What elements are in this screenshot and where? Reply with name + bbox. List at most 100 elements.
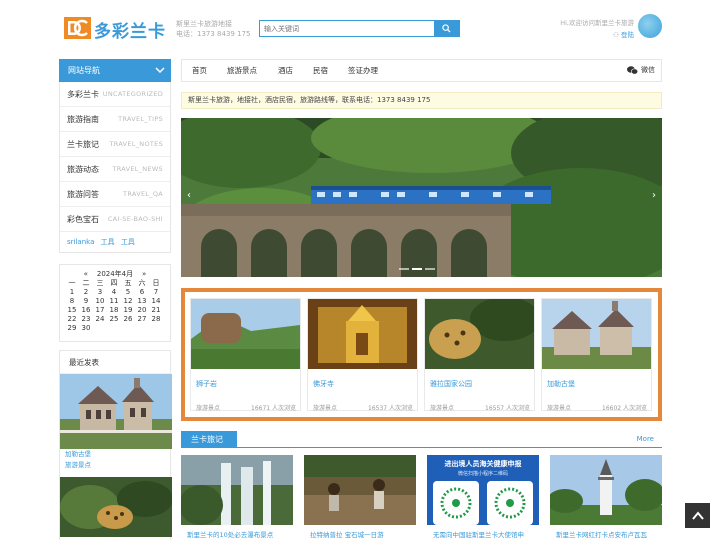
- tag-link[interactable]: srilanka: [67, 238, 94, 246]
- calendar-day[interactable]: 26: [121, 315, 135, 324]
- sidebar-item-travel-tips[interactable]: 旅游指南 TRAVEL_TIPS: [60, 107, 170, 132]
- avatar[interactable]: [638, 14, 662, 38]
- calendar-day[interactable]: 2: [79, 288, 93, 297]
- calendar-day[interactable]: 21: [149, 306, 163, 315]
- calendar-day[interactable]: 1: [65, 288, 79, 297]
- attraction-category[interactable]: 旅游景点: [430, 405, 454, 412]
- login-link[interactable]: 登陆: [621, 31, 634, 39]
- nav-item-attractions[interactable]: 旅游景点: [227, 60, 257, 81]
- logo-mark-icon: [64, 17, 91, 39]
- nav-item-hotels[interactable]: 酒店: [278, 60, 293, 81]
- site-logo[interactable]: 多彩兰卡: [64, 16, 174, 42]
- banner-dot[interactable]: [425, 268, 435, 270]
- calendar-weekday: 日: [152, 279, 160, 287]
- attraction-title[interactable]: 佛牙寺: [313, 379, 334, 389]
- calendar-day[interactable]: 20: [135, 306, 149, 315]
- calendar-day[interactable]: 27: [135, 315, 149, 324]
- back-to-top-button[interactable]: [685, 503, 710, 528]
- recent-post-category[interactable]: 旅游景点: [60, 460, 170, 471]
- post-title[interactable]: 拉特纳普拉 宝石城一日游: [304, 525, 416, 539]
- attraction-image: [542, 299, 651, 369]
- calendar-day[interactable]: 9: [79, 297, 93, 306]
- calendar-day[interactable]: 11: [107, 297, 121, 306]
- post-title[interactable]: 斯里兰卡的10处必去瀑布景点: [181, 525, 293, 539]
- calendar-day[interactable]: 5: [121, 288, 135, 297]
- header-contact: 斯里兰卡旅游地接 电话：1373 8439 175: [176, 19, 250, 39]
- nav-item-visa[interactable]: 签证办理: [348, 60, 378, 81]
- calendar-day[interactable]: 22: [65, 315, 79, 324]
- sidebar-item-travel-news[interactable]: 旅游动态 TRAVEL_NEWS: [60, 157, 170, 182]
- post-title[interactable]: 无需向中国驻斯里兰卡大使馆申: [427, 525, 539, 539]
- calendar-day[interactable]: 29: [65, 324, 79, 333]
- sidebar-item-travel-qa[interactable]: 旅游问答 TRAVEL_QA: [60, 182, 170, 207]
- attraction-title[interactable]: 雅拉国家公园: [430, 379, 472, 389]
- calendar-prev-button[interactable]: «: [84, 270, 88, 278]
- recent-post-image-2[interactable]: [60, 477, 172, 540]
- banner-dot[interactable]: [412, 268, 422, 270]
- sidebar-item-uncategorized[interactable]: 多彩兰卡 UNCATEGORIZED: [60, 82, 170, 107]
- banner-dot[interactable]: [399, 268, 409, 270]
- calendar-day[interactable]: 7: [149, 288, 163, 297]
- calendar-day[interactable]: 13: [135, 297, 149, 306]
- calendar-day[interactable]: 10: [93, 297, 107, 306]
- calendar-day[interactable]: 15: [65, 306, 79, 315]
- tag-link[interactable]: 工具: [121, 238, 135, 246]
- sidebar-item-gems[interactable]: 彩色宝石 CAI-SE-BAO-SHI: [60, 207, 170, 232]
- attraction-meta: 旅游景点 16557 人次浏览: [430, 403, 530, 412]
- post-card[interactable]: 拉特纳普拉 宝石城一日游: [304, 455, 416, 540]
- attraction-category[interactable]: 旅游景点: [196, 405, 220, 412]
- nav-item-home[interactable]: 首页: [192, 60, 207, 81]
- welcome-text: Hi,欢迎访问斯里兰卡旅游: [560, 19, 634, 27]
- calendar-day[interactable]: 6: [135, 288, 149, 297]
- calendar-day[interactable]: 30: [79, 324, 93, 333]
- calendar-header: « 2024年4月 »: [60, 269, 170, 279]
- calendar-day[interactable]: 23: [79, 315, 93, 324]
- sidebar-item-travel-notes[interactable]: 兰卡旅记 TRAVEL_NOTES: [60, 132, 170, 157]
- calendar-next-button[interactable]: »: [142, 270, 146, 278]
- calendar-day[interactable]: 12: [121, 297, 135, 306]
- banner-next-arrow[interactable]: ›: [652, 190, 656, 201]
- attraction-card[interactable]: 雅拉国家公园 旅游景点 16557 人次浏览: [424, 298, 535, 412]
- post-card[interactable]: 进出境人员海关健康申报 微信扫描小程序二维码 无需向中国驻斯里兰卡大使馆申: [427, 455, 539, 540]
- calendar-day[interactable]: 8: [65, 297, 79, 306]
- attraction-card[interactable]: 佛牙寺 旅游景点 16537 人次浏览: [307, 298, 418, 412]
- sidebar-item-en: TRAVEL_NEWS: [112, 165, 163, 173]
- recent-post-image[interactable]: [60, 374, 172, 449]
- nav-item-homestays[interactable]: 民宿: [313, 60, 328, 81]
- calendar-day[interactable]: 3: [93, 288, 107, 297]
- banner-prev-arrow[interactable]: ‹: [187, 190, 191, 201]
- attraction-title[interactable]: 狮子岩: [196, 379, 217, 389]
- calendar-day[interactable]: 18: [107, 306, 121, 315]
- banner-slider[interactable]: ‹ ›: [181, 118, 662, 277]
- attraction-card[interactable]: 狮子岩 旅游景点 16671 人次浏览: [190, 298, 301, 412]
- calendar-day[interactable]: 24: [93, 315, 107, 324]
- attraction-meta: 旅游景点 16537 人次浏览: [313, 403, 413, 412]
- calendar-day[interactable]: 28: [149, 315, 163, 324]
- attraction-category[interactable]: 旅游景点: [313, 405, 337, 412]
- search-icon: [442, 24, 451, 33]
- post-card[interactable]: 斯里兰卡网红打卡点安布卢瓦瓦: [550, 455, 662, 540]
- recent-post-title[interactable]: 加勒古堡: [60, 449, 170, 460]
- calendar-weekday: 一: [68, 279, 76, 287]
- attraction-card[interactable]: 加勒古堡 旅游景点 16602 人次浏览: [541, 298, 652, 412]
- more-link[interactable]: More: [637, 435, 654, 443]
- search-input[interactable]: [260, 21, 435, 36]
- post-title[interactable]: 斯里兰卡网红打卡点安布卢瓦瓦: [550, 525, 662, 539]
- wechat-link[interactable]: 微信: [627, 60, 655, 81]
- tag-link[interactable]: 工具: [101, 238, 115, 246]
- attraction-views: 16602 人次浏览: [602, 405, 647, 412]
- sidebar-nav-header[interactable]: 网站导航: [59, 59, 171, 82]
- post-card[interactable]: 斯里兰卡的10处必去瀑布景点: [181, 455, 293, 540]
- calendar-day[interactable]: 4: [107, 288, 121, 297]
- sidebar-item-en: TRAVEL_QA: [123, 190, 163, 198]
- attraction-title[interactable]: 加勒古堡: [547, 379, 575, 389]
- calendar-day[interactable]: 19: [121, 306, 135, 315]
- attraction-category[interactable]: 旅游景点: [547, 405, 571, 412]
- calendar-day[interactable]: 16: [79, 306, 93, 315]
- post-image: [550, 455, 662, 525]
- calendar-day[interactable]: 25: [107, 315, 121, 324]
- calendar-day[interactable]: 17: [93, 306, 107, 315]
- calendar-day[interactable]: 14: [149, 297, 163, 306]
- logo-text: 多彩兰卡: [94, 22, 166, 42]
- search-button[interactable]: [434, 21, 459, 36]
